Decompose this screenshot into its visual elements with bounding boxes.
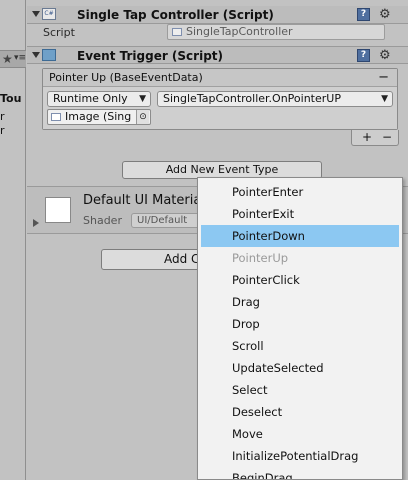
runtime-dropdown[interactable]: Runtime Only ▼ xyxy=(47,91,151,107)
hierarchy-item-label[interactable]: Tou xyxy=(0,92,21,105)
help-icon[interactable]: ? xyxy=(357,8,370,21)
event-header-label: Pointer Up (BaseEventData) xyxy=(49,71,203,84)
event-trigger-header[interactable]: Event Trigger (Script) ? ⚙ xyxy=(27,46,408,64)
menu-item-drag[interactable]: Drag xyxy=(201,291,399,313)
object-picker-icon[interactable]: ⊙ xyxy=(136,110,149,124)
menu-item-move[interactable]: Move xyxy=(201,423,399,445)
script-object-field[interactable]: SingleTapController xyxy=(167,24,385,40)
pointer-up-event-box: Pointer Up (BaseEventData) − Runtime Onl… xyxy=(42,68,398,130)
gear-icon[interactable]: ⚙ xyxy=(379,49,391,62)
remove-listener-button[interactable]: − xyxy=(382,130,392,144)
script-icon: C# xyxy=(42,8,56,20)
menu-item-updateselected[interactable]: UpdateSelected xyxy=(201,357,399,379)
menu-item-pointerenter[interactable]: PointerEnter xyxy=(201,181,399,203)
event-trigger-icon xyxy=(42,49,56,61)
component-title: Event Trigger (Script) xyxy=(77,49,224,63)
foldout-arrow-icon[interactable] xyxy=(32,52,40,58)
script-asset-icon xyxy=(172,28,182,36)
script-field-value: SingleTapController xyxy=(186,25,293,38)
event-type-popup-menu: PointerEnter PointerExit PointerDown Pointe… xyxy=(197,177,403,480)
menu-item-pointerdown[interactable]: PointerDown xyxy=(201,225,399,247)
component-title: Single Tap Controller (Script) xyxy=(77,8,274,22)
shader-label: Shader xyxy=(83,214,122,227)
event-listener-row: Runtime Only ▼ SingleTapController.OnPoi… xyxy=(43,87,397,129)
menu-item-scroll[interactable]: Scroll xyxy=(201,335,399,357)
menu-item-select[interactable]: Select xyxy=(201,379,399,401)
gear-icon[interactable]: ⚙ xyxy=(379,8,391,21)
target-object-value: Image (Sing xyxy=(65,110,132,123)
function-dropdown-value: SingleTapController.OnPointerUP xyxy=(163,92,341,105)
menu-item-pointerclick[interactable]: PointerClick xyxy=(201,269,399,291)
chevron-down-icon: ▼ xyxy=(139,94,146,104)
script-field-label: Script xyxy=(43,26,75,39)
hierarchy-panel: ★ ▾≡ Tou r r xyxy=(0,0,26,480)
chevron-down-icon: ▼ xyxy=(381,94,388,104)
menu-item-pointerup: PointerUp xyxy=(232,251,289,265)
remove-event-button[interactable]: − xyxy=(378,69,389,86)
image-object-icon xyxy=(51,113,61,121)
menu-item-initializepotentialdrag[interactable]: InitializePotentialDrag xyxy=(201,445,399,467)
single-tap-controller-header[interactable]: C# Single Tap Controller (Script) ? ⚙ xyxy=(27,6,408,24)
panel-menu-icon[interactable]: ▾≡ xyxy=(14,53,26,63)
runtime-dropdown-value: Runtime Only xyxy=(53,92,128,105)
menu-item-deselect[interactable]: Deselect xyxy=(201,401,399,423)
menu-item-pointerexit[interactable]: PointerExit xyxy=(201,203,399,225)
menu-item-drop[interactable]: Drop xyxy=(201,313,399,335)
favorite-star-icon[interactable]: ★ xyxy=(2,52,13,66)
foldout-arrow-icon[interactable] xyxy=(33,219,39,227)
help-icon[interactable]: ? xyxy=(357,49,370,62)
event-header: Pointer Up (BaseEventData) − xyxy=(43,69,397,87)
foldout-arrow-icon[interactable] xyxy=(32,11,40,17)
material-preview-thumbnail xyxy=(45,197,71,223)
add-listener-button[interactable]: + xyxy=(362,130,372,144)
material-name: Default UI Materia xyxy=(83,193,202,208)
hierarchy-item-label[interactable]: r xyxy=(0,124,5,137)
target-object-field[interactable]: Image (Sing ⊙ xyxy=(47,109,151,125)
shader-dropdown[interactable]: UI/Default xyxy=(131,213,201,228)
menu-item-begindrag[interactable]: BeginDrag xyxy=(201,467,399,479)
hierarchy-item-label[interactable]: r xyxy=(0,110,5,123)
list-add-remove-footer: + − xyxy=(351,130,399,146)
function-dropdown[interactable]: SingleTapController.OnPointerUP ▼ xyxy=(157,91,393,107)
